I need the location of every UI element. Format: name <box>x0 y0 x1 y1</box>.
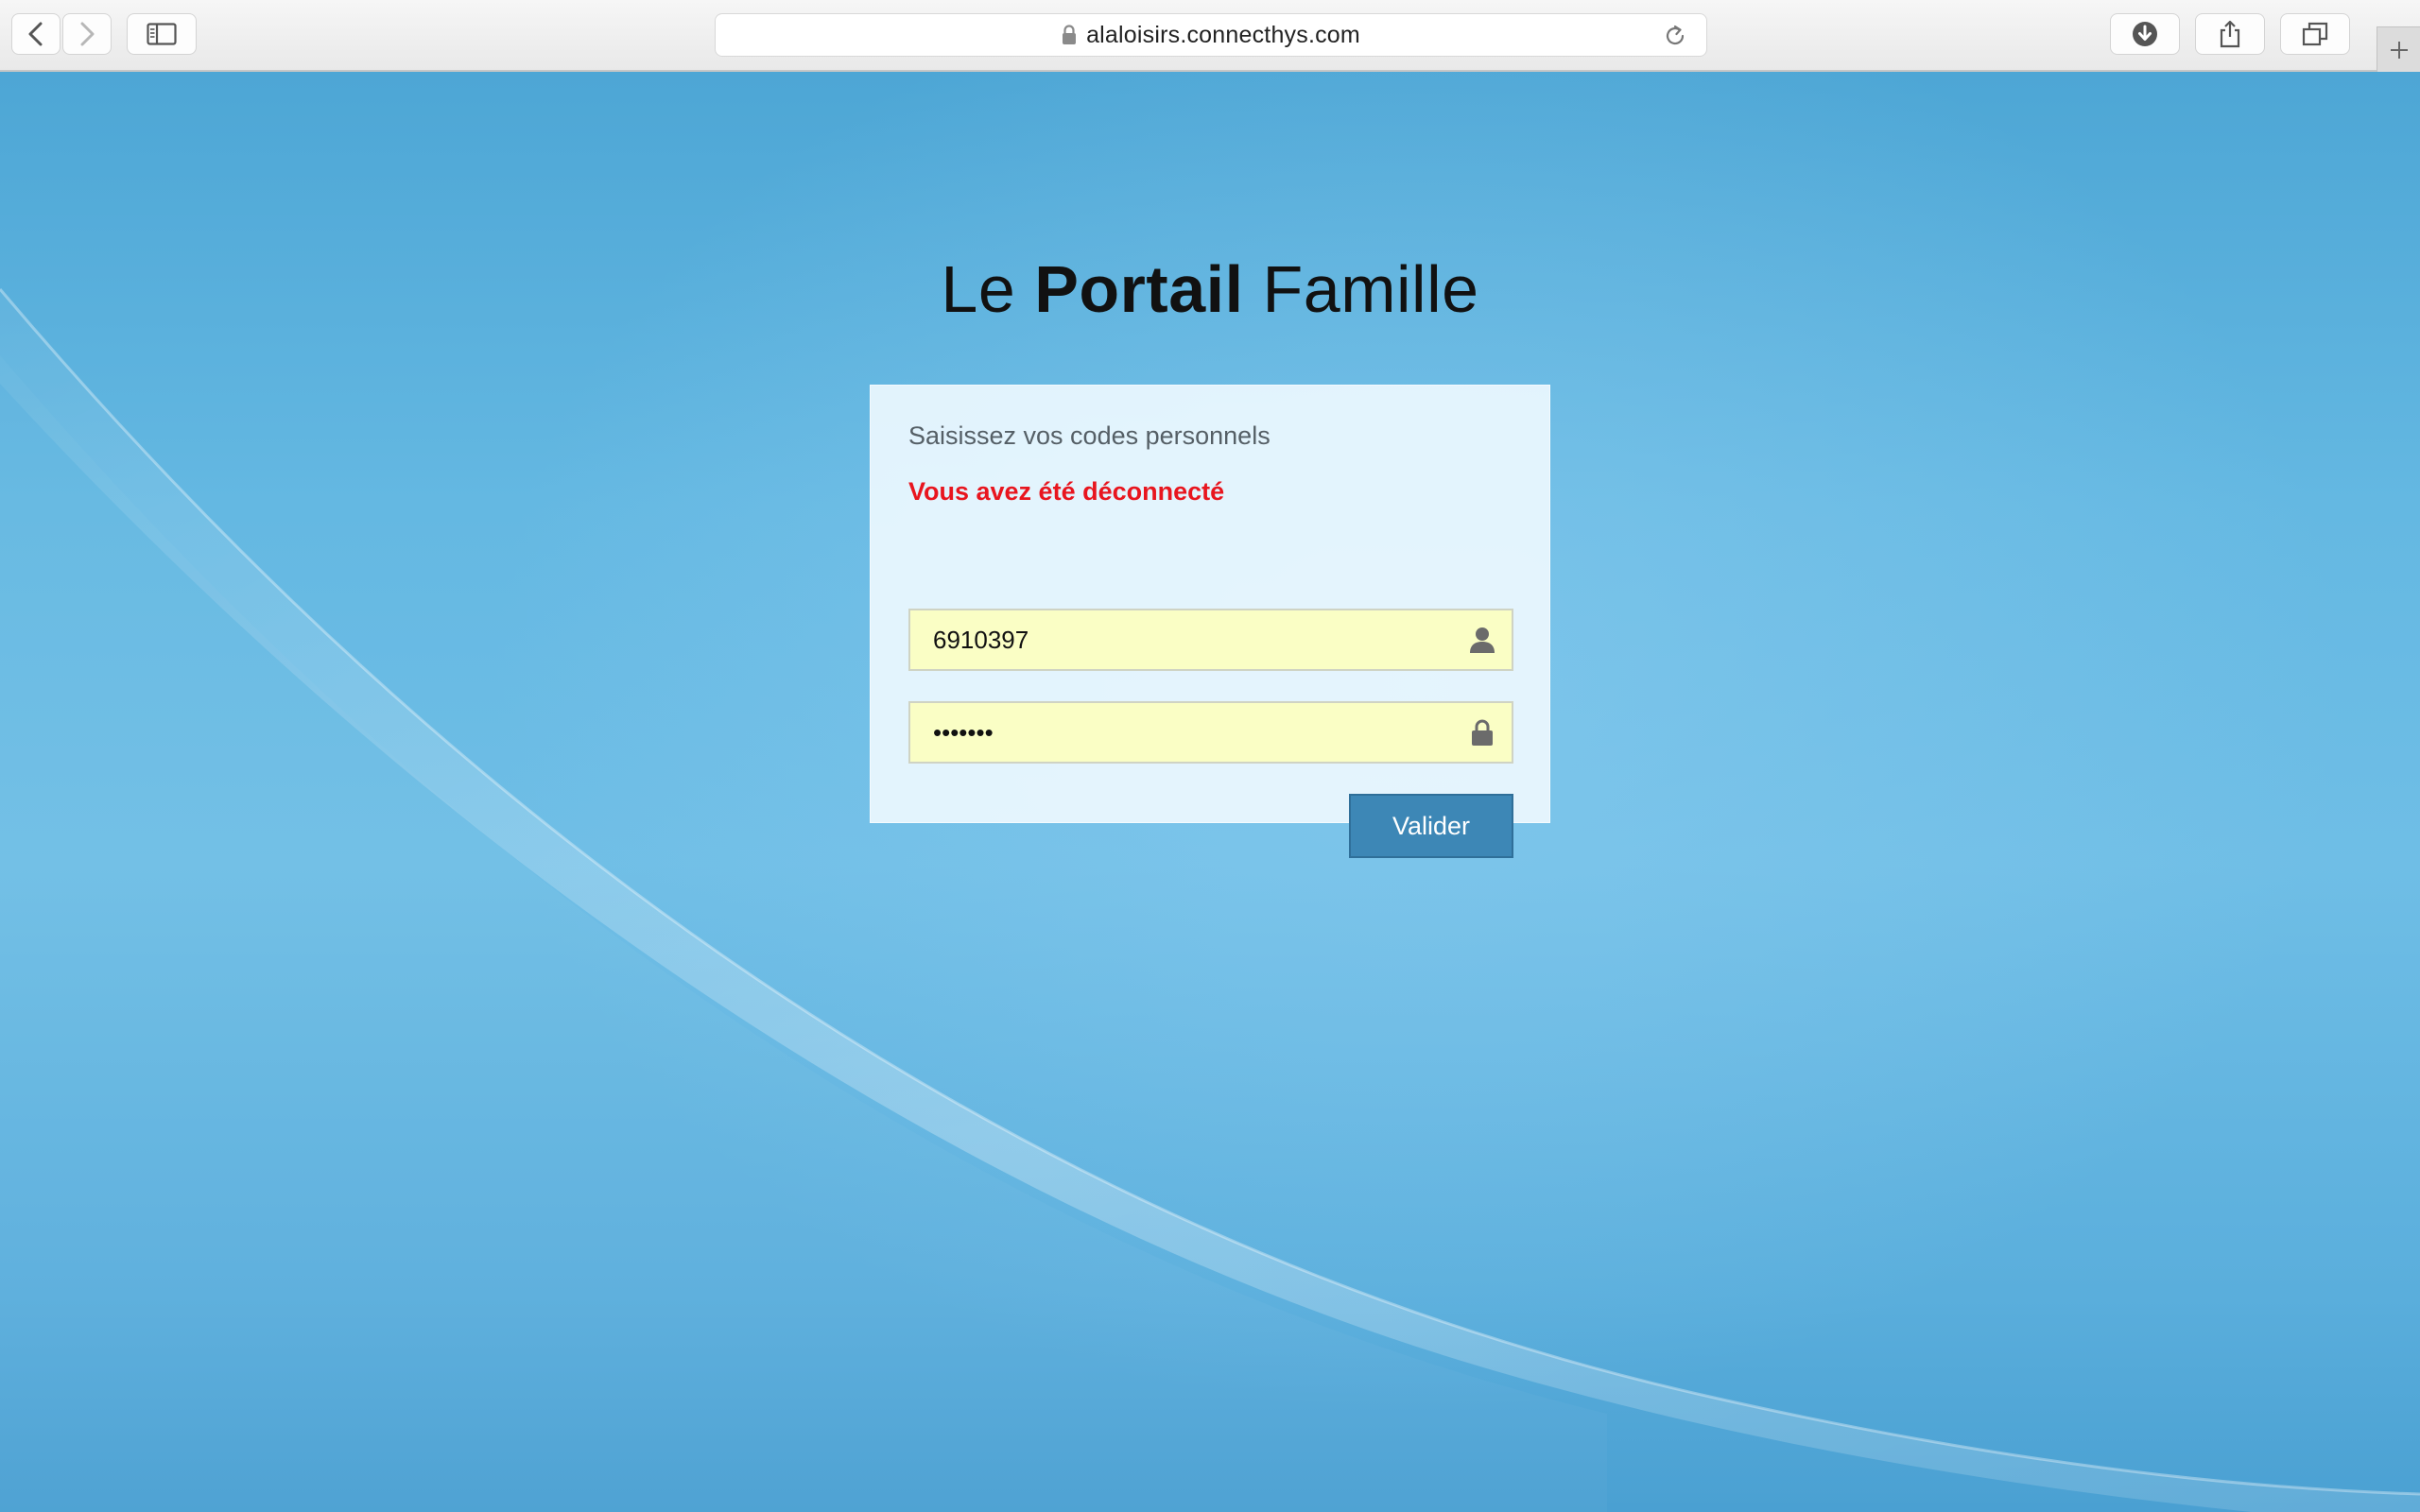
username-field[interactable] <box>908 609 1513 671</box>
sidebar-icon <box>147 23 177 45</box>
downloads-button[interactable] <box>2110 13 2180 55</box>
forward-button[interactable] <box>62 13 112 55</box>
lock-icon <box>1063 25 1077 44</box>
address-bar[interactable]: alaloisirs.connecthys.com <box>715 13 1707 57</box>
tabs-overview-button[interactable] <box>2280 13 2350 55</box>
tabs-overview-icon <box>2302 22 2328 46</box>
page-background: Le Portail Famille Saisissez vos codes p… <box>0 72 2420 1512</box>
title-suffix: Famille <box>1262 252 1479 326</box>
login-subtitle: Saisissez vos codes personnels <box>908 421 1270 450</box>
browser-toolbar: alaloisirs.connecthys.com <box>0 0 2420 72</box>
page-title: Le Portail Famille <box>0 251 2420 327</box>
share-icon <box>2220 20 2240 48</box>
login-panel: Saisissez vos codes personnels Vous avez… <box>870 385 1550 858</box>
chevron-right-icon <box>80 22 95 46</box>
error-message: Vous avez été déconnecté <box>908 477 1225 506</box>
reload-icon[interactable] <box>1663 24 1687 48</box>
password-input[interactable] <box>910 703 1440 762</box>
new-tab-button[interactable] <box>2377 26 2420 72</box>
lock-icon <box>1472 719 1493 746</box>
username-input[interactable] <box>910 610 1440 669</box>
title-strong: Portail <box>1034 252 1244 326</box>
url-text: alaloisirs.connecthys.com <box>1086 21 1360 48</box>
submit-button[interactable]: Valider <box>1349 794 1513 858</box>
password-field[interactable] <box>908 701 1513 764</box>
user-icon <box>1470 627 1495 653</box>
plus-icon <box>2390 41 2408 59</box>
back-button[interactable] <box>11 13 60 55</box>
chevron-left-icon <box>28 22 43 46</box>
sidebar-toggle-button[interactable] <box>127 13 197 55</box>
download-icon <box>2133 22 2157 46</box>
title-prefix: Le <box>941 252 1016 326</box>
share-button[interactable] <box>2195 13 2265 55</box>
